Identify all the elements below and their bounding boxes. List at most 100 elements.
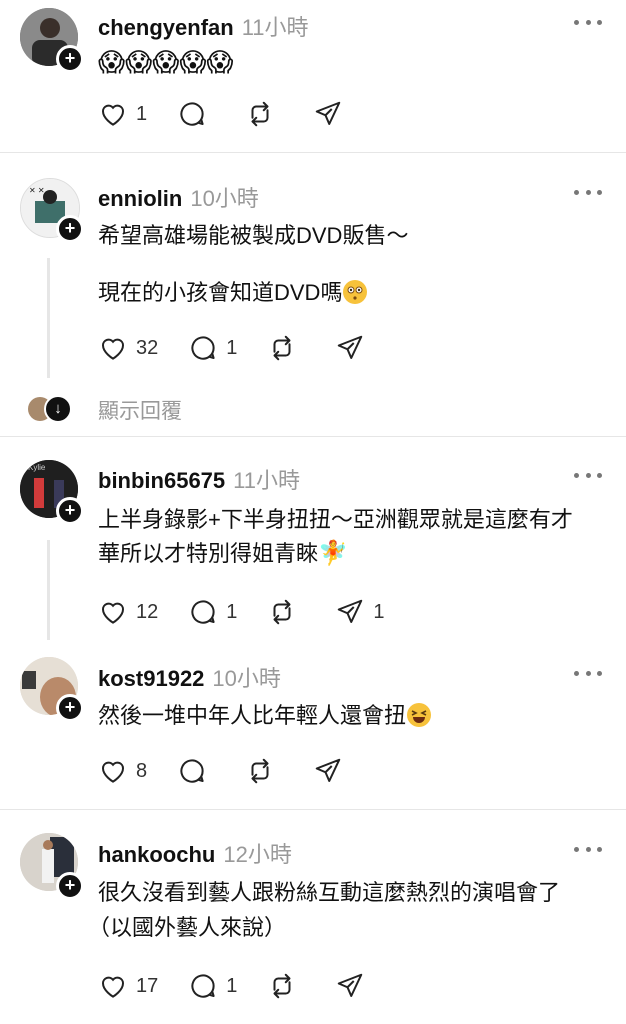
heart-icon — [101, 338, 125, 360]
like-button[interactable]: 32 — [98, 333, 158, 363]
post-5: + hankoochu 12小時 很久沒看到藝人跟粉絲互動這麼熱烈的演唱會了 （以… — [0, 810, 626, 1024]
repost-icon — [251, 101, 269, 127]
share-button[interactable] — [313, 99, 351, 129]
send-icon — [315, 101, 341, 125]
timestamp: 10小時 — [212, 666, 281, 691]
post-text-line-1: 很久沒看到藝人跟粉絲互動這麼熱烈的演唱會了 — [98, 880, 561, 905]
username-row: hankoochu 12小時 — [98, 837, 292, 869]
reply-count: 1 — [226, 336, 238, 359]
action-bar: 1 — [98, 98, 381, 130]
like-button[interactable]: 17 — [98, 971, 158, 1001]
username-row: enniolin 10小時 — [98, 181, 259, 213]
like-count: 1 — [136, 102, 148, 125]
like-button[interactable]: 8 — [98, 756, 147, 786]
post-1: + chengyenfan 11小時 😱😱😱😱😱 1 — [0, 0, 626, 152]
timestamp: 11小時 — [241, 15, 309, 40]
like-button[interactable]: 12 — [98, 597, 158, 627]
repost-button[interactable] — [245, 99, 283, 129]
action-bar: 8 — [98, 755, 381, 787]
more-icon[interactable] — [574, 187, 602, 197]
arrow-down-icon: ↓ — [44, 395, 72, 423]
reply-count: 1 — [226, 600, 238, 623]
share-button[interactable] — [335, 333, 373, 363]
like-button[interactable]: 1 — [98, 99, 147, 129]
post-4: + kost91922 10小時 然後一堆中年人比年輕人還會扭 8 — [0, 647, 626, 809]
post-text-line-1: 希望高雄場能被製成DVD販售～ — [98, 223, 409, 248]
repost-button[interactable] — [267, 971, 305, 1001]
post-text-line-2: 現在的小孩會知道DVD嗎 — [98, 277, 370, 309]
repost-icon — [273, 973, 291, 999]
like-count: 17 — [136, 974, 159, 997]
share-button[interactable] — [335, 971, 373, 1001]
username[interactable]: hankoochu — [98, 842, 215, 867]
comment-icon — [191, 974, 215, 998]
thread-line — [47, 258, 50, 378]
reply-button[interactable] — [177, 756, 215, 786]
post-text-line-2: 華所以才特別得姐青睞🧚 — [98, 540, 348, 567]
more-icon[interactable] — [574, 17, 602, 27]
username[interactable]: binbin65675 — [98, 468, 225, 493]
post-text: 然後一堆中年人比年輕人還會扭 — [98, 700, 434, 732]
comment-icon — [180, 759, 204, 783]
like-count: 8 — [136, 759, 148, 782]
send-icon — [338, 599, 363, 623]
timestamp: 11小時 — [233, 468, 300, 493]
more-icon[interactable] — [574, 844, 602, 854]
send-icon — [338, 335, 363, 359]
username-row: binbin65675 11小時 — [98, 463, 300, 495]
post-3: Kylie + binbin65675 11小時 上半身錄影+下半身扭扭～亞洲觀眾… — [0, 437, 626, 647]
fairy-emoji-icon: 🧚 — [318, 540, 348, 567]
laughing-emoji-icon — [407, 703, 432, 727]
share-count: 1 — [373, 600, 385, 623]
username[interactable]: chengyenfan — [98, 15, 234, 40]
comment-icon — [191, 600, 215, 624]
post-text-line-2: （以國外藝人來說） — [88, 915, 287, 940]
reply-button[interactable]: 1 — [188, 971, 237, 1001]
flushed-emoji-icon — [343, 280, 368, 304]
show-replies-row[interactable]: ↓ 顯示回覆 — [28, 393, 228, 423]
heart-icon — [101, 976, 125, 998]
reply-button[interactable]: 1 — [188, 597, 237, 627]
share-button[interactable] — [313, 756, 351, 786]
username-row: kost91922 10小時 — [98, 661, 281, 693]
action-bar: 32 1 — [98, 332, 403, 364]
username-row: chengyenfan 11小時 — [98, 10, 309, 42]
svg-text:✕ ✕: ✕ ✕ — [29, 186, 45, 195]
reply-button[interactable] — [177, 99, 215, 129]
send-icon — [315, 758, 341, 782]
like-count: 12 — [136, 600, 159, 623]
username[interactable]: kost91922 — [98, 666, 204, 691]
action-bar: 17 1 — [98, 970, 403, 1002]
more-icon[interactable] — [574, 470, 602, 480]
action-bar: 12 1 1 — [98, 596, 415, 628]
comment-icon — [180, 102, 204, 126]
post-text-line-1: 上半身錄影+下半身扭扭～亞洲觀眾就是這麼有才 — [98, 507, 573, 532]
send-icon — [338, 973, 363, 997]
follow-plus-icon[interactable]: + — [56, 45, 84, 73]
svg-text:Kylie: Kylie — [28, 463, 46, 472]
repost-button[interactable] — [267, 597, 305, 627]
show-replies-label[interactable]: 顯示回覆 — [98, 395, 182, 425]
heart-icon — [101, 761, 125, 783]
repost-button[interactable] — [245, 756, 283, 786]
username[interactable]: enniolin — [98, 186, 182, 211]
follow-plus-icon[interactable]: + — [56, 497, 84, 525]
heart-icon — [101, 602, 125, 624]
scream-emoji-icon: 😱😱😱😱😱 — [98, 47, 234, 77]
repost-icon — [251, 758, 269, 784]
follow-plus-icon[interactable]: + — [56, 215, 84, 243]
repost-button[interactable] — [267, 333, 305, 363]
like-count: 32 — [136, 336, 159, 359]
timestamp: 12小時 — [223, 842, 292, 867]
comment-icon — [191, 336, 215, 360]
post-2: ✕ ✕ + enniolin 10小時 希望高雄場能被製成DVD販售～ 現在的小孩… — [0, 153, 626, 436]
reply-count: 1 — [226, 974, 238, 997]
heart-icon — [101, 104, 125, 126]
post-text: 😱😱😱😱😱 — [98, 46, 234, 80]
follow-plus-icon[interactable]: + — [56, 872, 84, 900]
share-button[interactable]: 1 — [335, 597, 385, 627]
more-icon[interactable] — [574, 668, 602, 678]
thread-line — [47, 540, 50, 640]
reply-button[interactable]: 1 — [188, 333, 237, 363]
follow-plus-icon[interactable]: + — [56, 694, 84, 722]
